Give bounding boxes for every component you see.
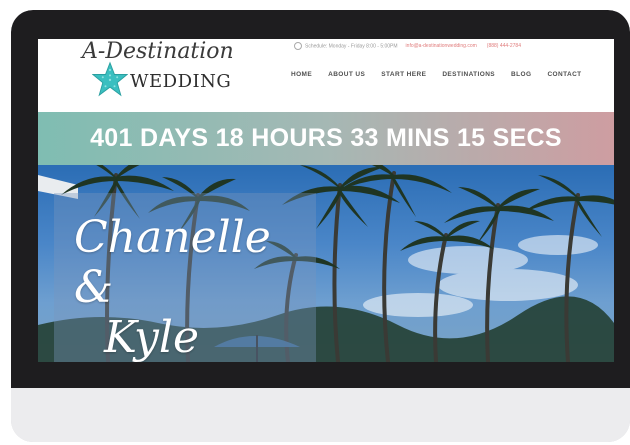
nav-contact[interactable]: CONTACT [547,71,581,83]
couple-name-1: Chanelle & [74,212,271,313]
site-header: A-Destination WEDDING Schedule: Monday - [38,39,614,110]
countdown-timer: 401 DAYS 18 HOURS 33 MINS 15 SECS [90,124,562,153]
countdown-days: 401 [90,124,133,152]
countdown-banner: 401 DAYS 18 HOURS 33 MINS 15 SECS [38,112,614,165]
monitor-bezel: A-Destination WEDDING Schedule: Monday - [11,10,630,388]
contact-topbar: Schedule: Monday - Friday 8:00 - 5:00PM i… [294,42,521,50]
nav-blog[interactable]: BLOG [511,71,531,83]
phone-link[interactable]: (888) 444-2784 [487,43,521,49]
countdown-hours-label: HOURS [251,124,344,152]
site-logo[interactable]: A-Destination WEDDING [82,39,234,101]
nav-destinations[interactable]: DESTINATIONS [442,71,495,83]
nav-start-here[interactable]: START HERE [381,71,426,83]
countdown-mins: 33 [350,124,379,152]
device-frame: A-Destination WEDDING Schedule: Monday - [11,10,630,442]
countdown-days-label: DAYS [139,124,209,152]
logo-line2: WEDDING [130,71,232,92]
starfish-icon [92,61,128,97]
website-screen: A-Destination WEDDING Schedule: Monday - [38,39,614,362]
nav-about-us[interactable]: ABOUT US [328,71,365,83]
schedule-text: Schedule: Monday - Friday 8:00 - 5:00PM [305,43,398,50]
countdown-hours: 18 [215,124,245,152]
clock-icon [294,42,302,50]
hero-image: Chanelle & Kyle [38,165,614,362]
countdown-secs: 15 [456,124,486,152]
countdown-mins-label: MINS [385,124,450,152]
device-chin [11,388,630,442]
email-link[interactable]: info@a-destinationwedding.com [406,43,477,49]
main-nav: HOME ABOUT US START HERE DESTINATIONS BL… [291,71,582,83]
couple-name-2: Kyle [104,312,200,363]
couple-names: Chanelle & Kyle [74,212,304,363]
nav-home[interactable]: HOME [291,71,312,83]
countdown-secs-label: SECS [492,124,562,152]
